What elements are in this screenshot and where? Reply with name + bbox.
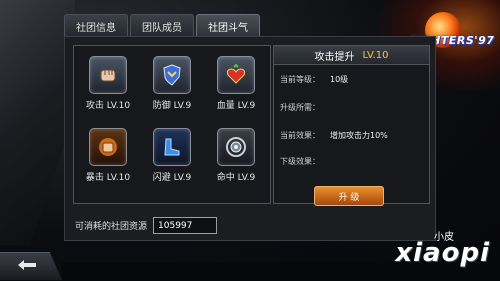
tab-bar: 社团信息 团队成员 社团斗气 (64, 14, 260, 37)
tab-club-fighting-spirit[interactable]: 社团斗气 (196, 14, 260, 37)
heart-icon (217, 56, 255, 94)
boot-icon (153, 128, 191, 166)
flaming-fist-icon (89, 128, 127, 166)
watermark-main: xiaopi (395, 238, 490, 268)
target-icon (217, 128, 255, 166)
main-panel: 攻击 LV.10 防御 LV.9 血量 LV.9 暴击 LV.10 闪避 LV.… (64, 36, 436, 241)
return-arrow-icon (14, 257, 40, 276)
skill-label: 命中 LV.9 (216, 173, 256, 183)
skills-grid: 攻击 LV.10 防御 LV.9 血量 LV.9 暴击 LV.10 闪避 LV.… (73, 45, 271, 204)
skill-label: 防御 LV.9 (152, 101, 192, 111)
skill-label: 攻击 LV.10 (85, 101, 131, 111)
skill-label: 闪避 LV.9 (152, 173, 192, 183)
watermark: 小皮 xiaopi (385, 228, 490, 278)
skill-attack[interactable]: 攻击 LV.10 (78, 56, 138, 111)
current-level-label: 当前等级： (280, 75, 320, 84)
skill-defense[interactable]: 防御 LV.9 (142, 56, 202, 111)
tab-club-info[interactable]: 社团信息 (64, 14, 128, 37)
detail-header: 攻击提升 LV.10 (274, 46, 429, 65)
skill-crit[interactable]: 暴击 LV.10 (78, 128, 138, 183)
next-effect-row: 下级效果： (280, 156, 320, 167)
detail-level: LV.10 (362, 49, 389, 61)
skill-label: 暴击 LV.10 (85, 173, 131, 183)
skill-hp[interactable]: 血量 LV.9 (206, 56, 266, 111)
resource-value: 105997 (153, 217, 218, 234)
skill-label: 血量 LV.9 (216, 101, 256, 111)
fist-icon (89, 56, 127, 94)
tab-team-members[interactable]: 团队成员 (130, 14, 194, 37)
upgrade-need-row: 升级所需： (280, 102, 320, 113)
skill-accuracy[interactable]: 命中 LV.9 (206, 128, 266, 183)
resource-label: 可消耗的社团资源 (75, 222, 148, 232)
skill-detail-panel: 攻击提升 LV.10 当前等级： 10级 升级所需： 当前效果： 增加攻击力10% … (273, 45, 430, 206)
upgrade-button[interactable]: 升 级 (314, 186, 384, 206)
current-level-value: 10级 (330, 75, 349, 84)
shield-icon (153, 56, 191, 94)
current-effect-value: 增加攻击力10% (330, 131, 388, 140)
current-effect-label: 当前效果： (280, 131, 320, 140)
detail-title: 攻击提升 (314, 51, 355, 63)
upgrade-need-label: 升级所需： (280, 103, 320, 112)
current-effect-row: 当前效果： 增加攻击力10% (280, 130, 388, 141)
skill-dodge[interactable]: 闪避 LV.9 (142, 128, 202, 183)
current-level-row: 当前等级： 10级 (280, 74, 348, 85)
next-effect-label: 下级效果： (280, 157, 320, 166)
resource-row: 可消耗的社团资源 105997 (65, 217, 218, 234)
